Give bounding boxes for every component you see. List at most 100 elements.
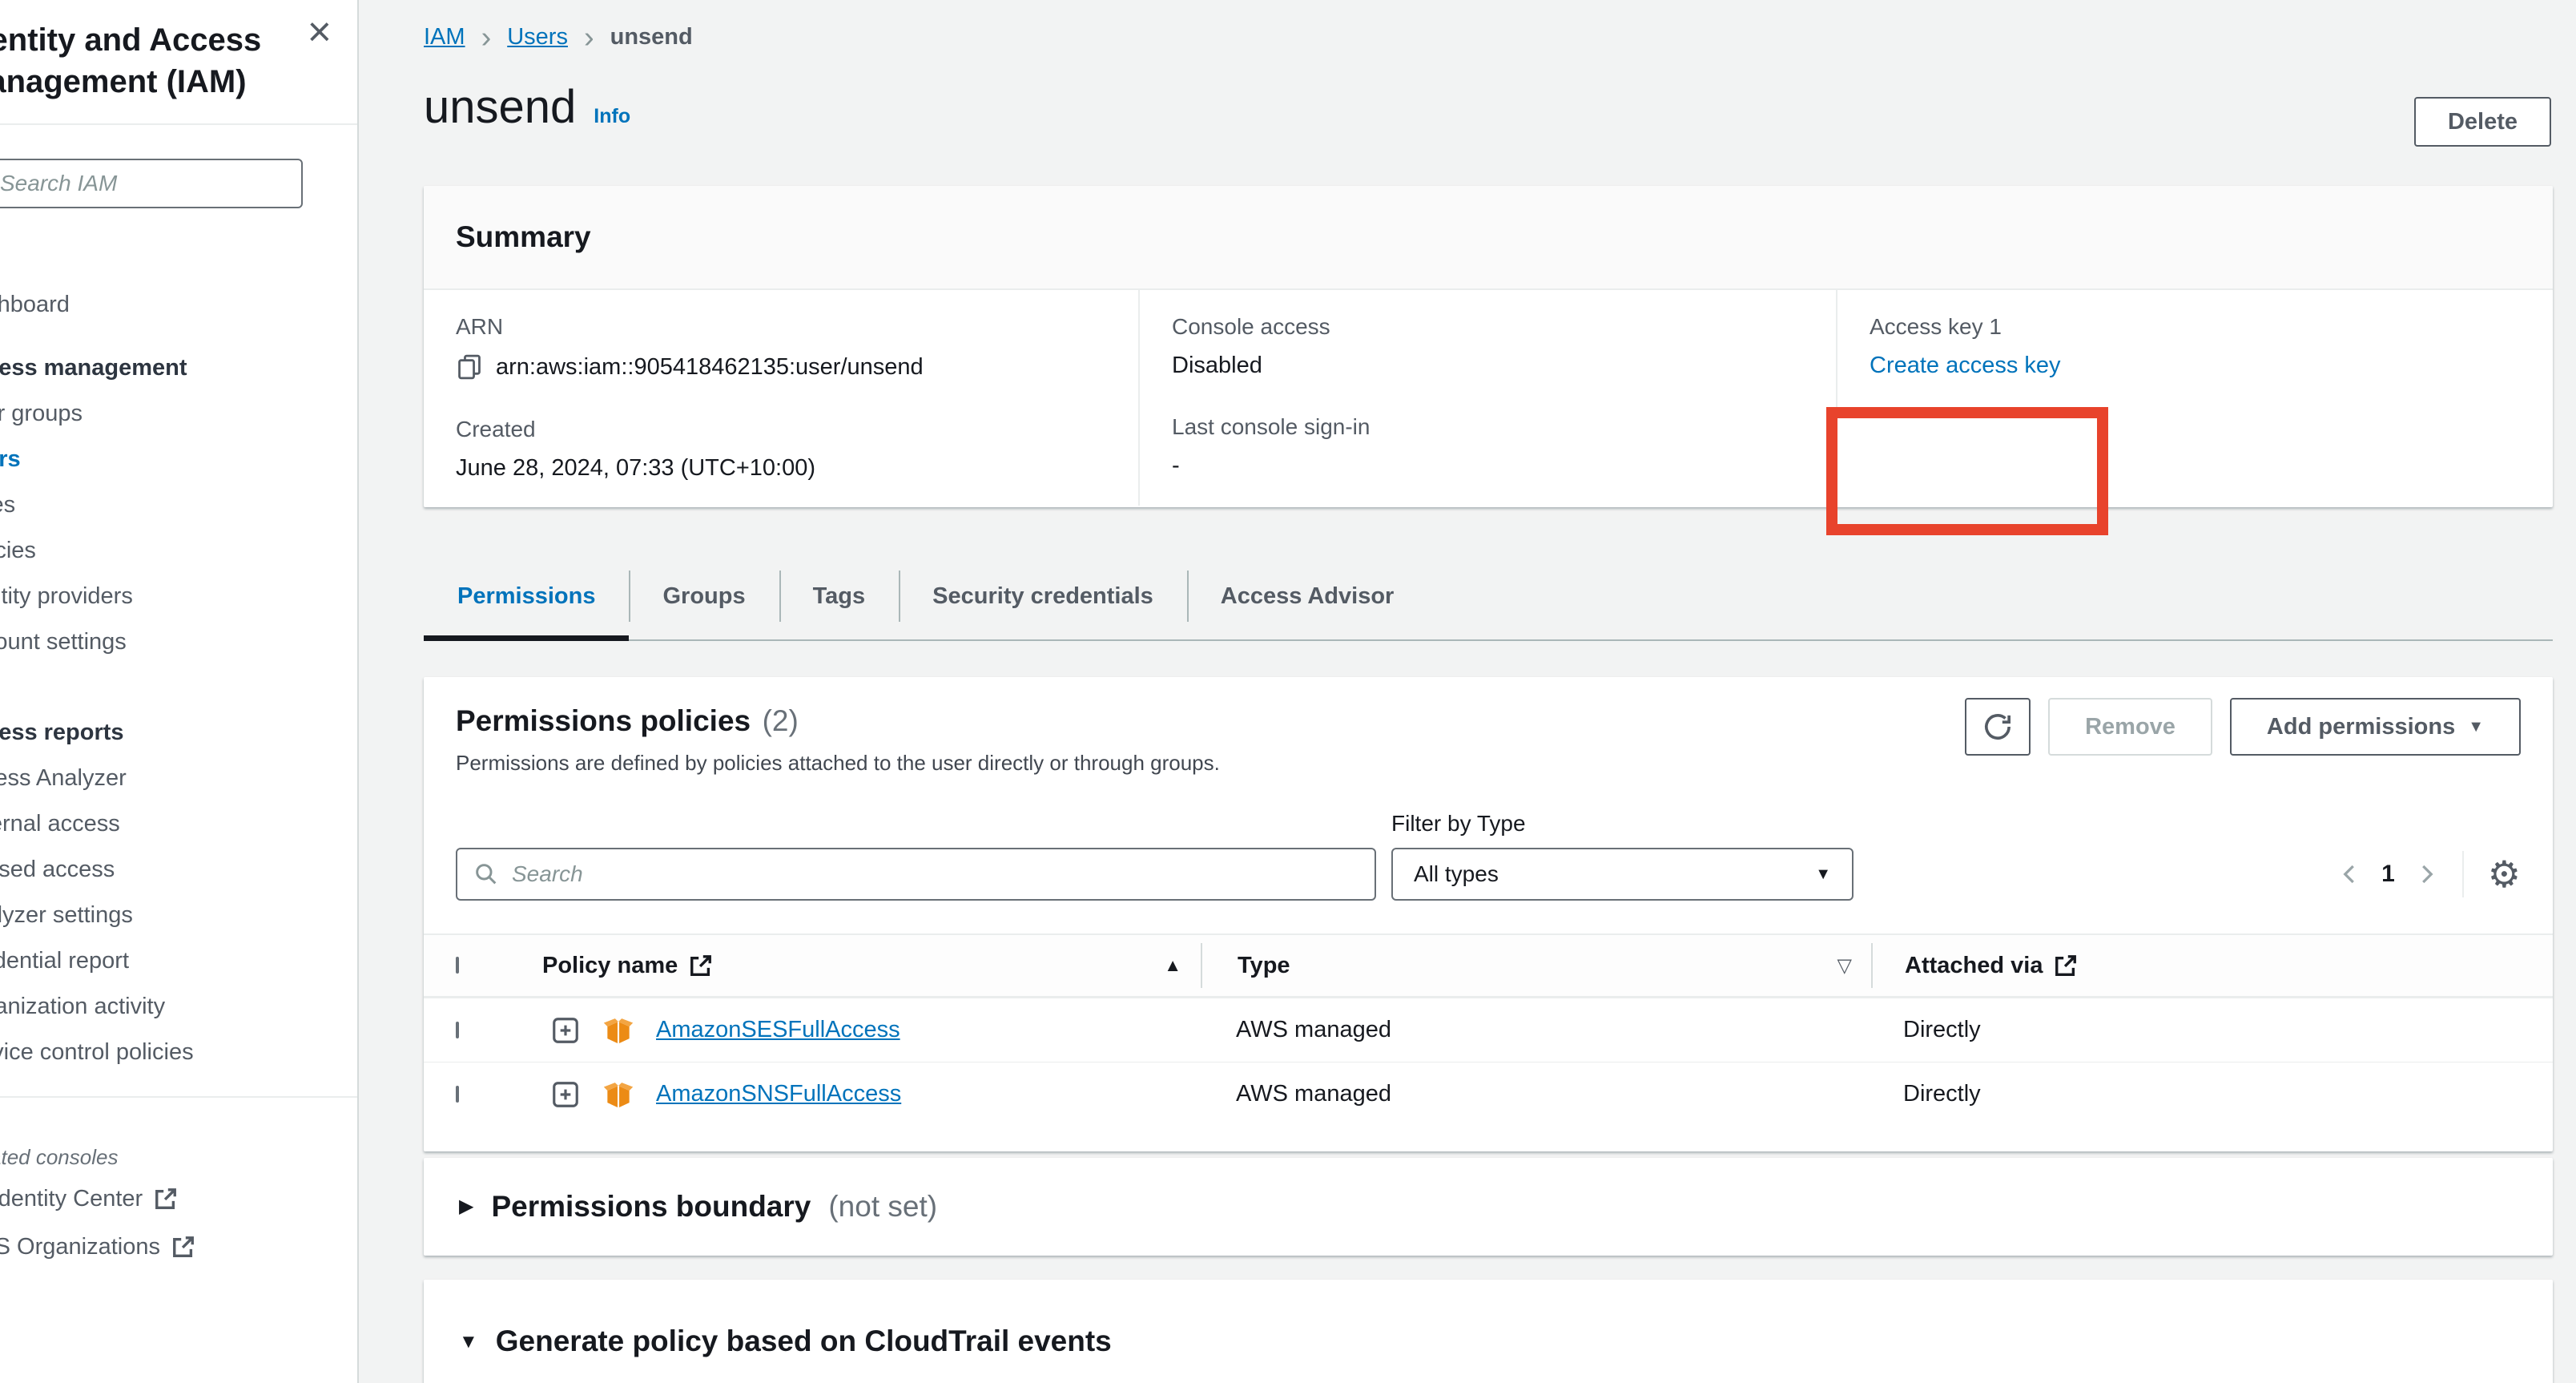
last-signin-value: - (1172, 453, 1812, 479)
select-all-checkbox[interactable] (456, 957, 459, 974)
permissions-boundary-note: (not set) (828, 1190, 937, 1224)
external-link-icon (689, 954, 713, 978)
summary-card: Summary ARN arn:aws:iam::905418462135:us… (424, 186, 2553, 507)
close-icon[interactable]: × (308, 11, 332, 53)
generate-policy-title: Generate policy based on CloudTrail even… (496, 1325, 1112, 1358)
sidebar-item-users[interactable]: Users (0, 437, 357, 482)
sort-ascending-icon[interactable]: ▲ (1164, 955, 1181, 976)
sidebar-item-identity-providers[interactable]: Identity providers (0, 574, 357, 619)
permissions-policies-card: Permissions policies (2) Permissions are… (424, 677, 2553, 1151)
sidebar-link-iam-identity-center[interactable]: IAM Identity Center (0, 1175, 357, 1223)
sidebar-section-access-reports: Access reports (0, 710, 357, 756)
sidebar-item-analyzer-settings[interactable]: Analyzer settings (0, 893, 357, 938)
policies-search-input[interactable]: Search (456, 848, 1376, 901)
external-link-icon (154, 1187, 178, 1211)
sidebar-item-roles[interactable]: Roles (0, 482, 357, 528)
chevron-right-icon: › (481, 26, 492, 50)
tab-tags[interactable]: Tags (779, 553, 900, 639)
console-access-value: Disabled (1172, 353, 1812, 379)
sidebar-item-account-settings[interactable]: Account settings (0, 619, 357, 665)
created-value: June 28, 2024, 07:33 (UTC+10:00) (456, 455, 1114, 482)
collapsed-triangle-icon[interactable]: ▶ (459, 1189, 473, 1224)
permissions-boundary-title: Permissions boundary (491, 1190, 811, 1224)
remove-button[interactable]: Remove (2048, 698, 2212, 756)
next-page-icon[interactable] (2414, 862, 2438, 886)
row-checkbox[interactable] (456, 1022, 459, 1038)
expand-row-icon[interactable] (550, 1015, 581, 1046)
policy-type: AWS managed (1201, 1017, 1871, 1043)
delete-button[interactable]: Delete (2414, 97, 2551, 147)
sidebar-item-policies[interactable]: Policies (0, 528, 357, 574)
caret-down-icon: ▼ (2468, 718, 2484, 736)
table-row: AmazonSNSFullAccess AWS managed Directly (424, 1062, 2553, 1126)
tab-groups[interactable]: Groups (629, 553, 779, 639)
sidebar-item-unused-access[interactable]: Unused access (0, 847, 357, 893)
sidebar-section-access-management: Access management (0, 345, 357, 391)
add-permissions-label: Add permissions (2267, 714, 2455, 740)
caret-down-icon: ▼ (1815, 865, 1831, 884)
add-permissions-button[interactable]: Add permissions ▼ (2230, 698, 2521, 756)
link-label: AWS Organizations (0, 1234, 160, 1260)
sidebar-item-access-analyzer[interactable]: Access Analyzer (0, 756, 357, 801)
type-filter-value: All types (1414, 861, 1499, 887)
previous-page-icon[interactable] (2338, 862, 2362, 886)
divider (2462, 851, 2464, 897)
copy-icon[interactable] (456, 353, 483, 381)
tab-permissions[interactable]: Permissions (424, 553, 629, 639)
created-label: Created (456, 417, 1114, 442)
managed-policy-icon (602, 1078, 635, 1111)
chevron-right-icon: › (584, 26, 594, 50)
external-link-icon (171, 1235, 195, 1259)
gear-icon[interactable]: ⚙ (2488, 856, 2521, 893)
policy-attached-via: Directly (1871, 1017, 2553, 1043)
link-label: IAM Identity Center (0, 1186, 143, 1212)
policy-link[interactable]: AmazonSESFullAccess (656, 1017, 900, 1043)
column-type[interactable]: Type (1238, 953, 1290, 979)
refresh-button[interactable] (1965, 698, 2031, 756)
sidebar-item-external-access[interactable]: External access (0, 801, 357, 847)
create-access-key-link[interactable]: Create access key (1870, 353, 2061, 378)
policy-link[interactable]: AmazonSNSFullAccess (656, 1081, 901, 1107)
column-attached-via[interactable]: Attached via (1905, 953, 2043, 979)
breadcrumb-iam[interactable]: IAM (424, 24, 465, 50)
pagination: 1 ⚙ (2338, 848, 2521, 901)
sidebar-item-user-groups[interactable]: User groups (0, 391, 357, 437)
filter-by-type-label: Filter by Type (1391, 811, 1526, 837)
tab-security-credentials[interactable]: Security credentials (899, 553, 1187, 639)
external-link-icon (2054, 954, 2078, 978)
sidebar-item-organization-activity[interactable]: Organization activity (0, 984, 357, 1030)
column-filter-icon[interactable]: ▽ (1837, 954, 1852, 978)
sidebar-search-input[interactable]: Search IAM (0, 159, 303, 208)
sidebar-title: Identity and Access Management (IAM) (0, 19, 311, 103)
iam-sidebar: × Identity and Access Management (IAM) S… (0, 0, 359, 1383)
sidebar-link-aws-organizations[interactable]: AWS Organizations (0, 1223, 357, 1271)
tab-access-advisor[interactable]: Access Advisor (1187, 553, 1428, 639)
sidebar-nav: Dashboard Access management User groups … (0, 282, 357, 1075)
permissions-boundary-section[interactable]: ▶ Permissions boundary (not set) (424, 1158, 2553, 1256)
sidebar-item-service-control-policies[interactable]: Service control policies (0, 1030, 357, 1075)
user-detail-tabs: Permissions Groups Tags Security credent… (424, 553, 2553, 641)
access-key-label: Access key 1 (1870, 314, 2529, 340)
arn-label: ARN (456, 314, 1114, 340)
last-signin-label: Last console sign-in (1172, 414, 1812, 440)
related-consoles-label: Related consoles (0, 1139, 357, 1175)
row-checkbox[interactable] (456, 1086, 459, 1103)
permissions-policies-count: (2) (763, 704, 799, 737)
page-title: unsend (424, 80, 576, 134)
breadcrumb-users[interactable]: Users (507, 24, 568, 50)
expanded-triangle-icon[interactable]: ▼ (459, 1325, 478, 1360)
column-policy-name[interactable]: Policy name (542, 953, 678, 979)
search-placeholder: Search IAM (0, 171, 117, 196)
info-link[interactable]: Info (594, 105, 630, 128)
sidebar-item-dashboard[interactable]: Dashboard (0, 282, 357, 328)
page-number[interactable]: 1 (2381, 861, 2395, 888)
managed-policy-icon (602, 1014, 635, 1047)
sidebar-item-credential-report[interactable]: Credential report (0, 938, 357, 984)
breadcrumb: IAM › Users › unsend (424, 24, 693, 50)
type-filter-select[interactable]: All types ▼ (1391, 848, 1854, 901)
generate-policy-section[interactable]: ▼ Generate policy based on CloudTrail ev… (424, 1280, 2553, 1383)
expand-row-icon[interactable] (550, 1079, 581, 1110)
table-row: AmazonSESFullAccess AWS managed Directly (424, 998, 2553, 1062)
policy-type: AWS managed (1201, 1081, 1871, 1107)
breadcrumb-current: unsend (610, 24, 693, 50)
